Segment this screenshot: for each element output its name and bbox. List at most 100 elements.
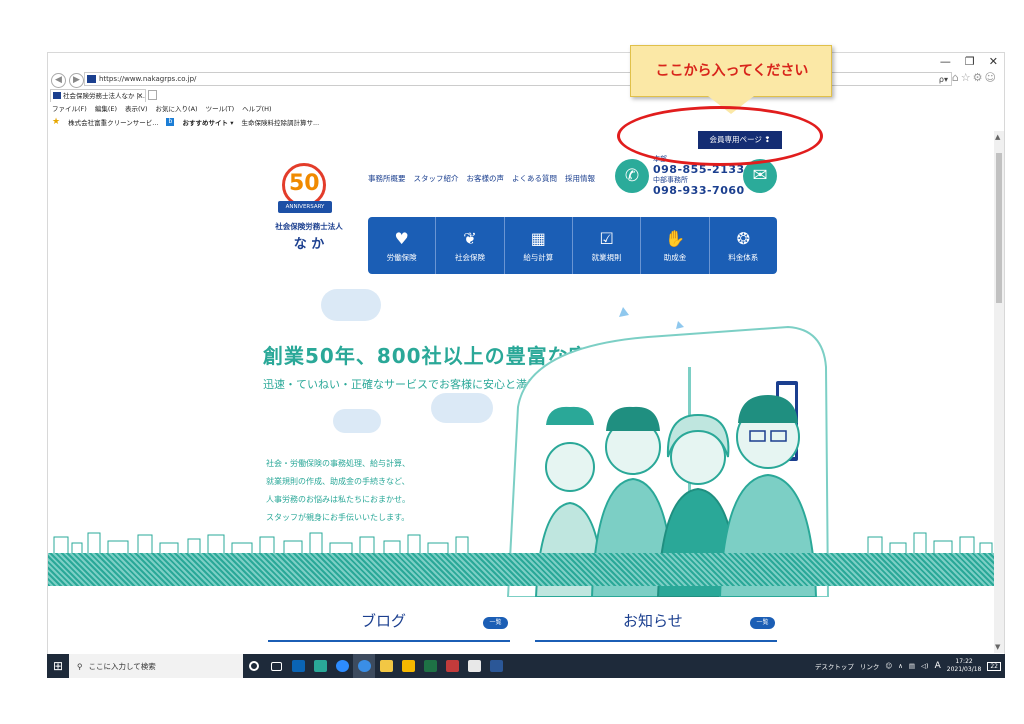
hero-body-line: 就業規則の作成、助成金の手続きなど、 (266, 477, 410, 486)
close-button[interactable]: ✕ (989, 55, 998, 68)
window-controls: — ❐ ✕ (940, 55, 998, 68)
sprout-icon: ❦ (463, 228, 477, 248)
new-tab-button[interactable] (148, 90, 157, 100)
branch-number[interactable]: 098-933-7060 (653, 184, 745, 197)
service-label: 料金体系 (728, 252, 759, 262)
link-label[interactable]: リンク (860, 661, 880, 671)
clock-date: 2021/03/18 (946, 666, 982, 673)
tab-active[interactable]: 社会保険労務士法人なか |... ✕ (50, 89, 146, 102)
app-icon[interactable] (309, 654, 331, 678)
app-icon[interactable] (463, 654, 485, 678)
menu-tools[interactable]: ツール(T) (206, 103, 235, 114)
ground-pattern (48, 553, 996, 586)
notification-icon[interactable]: 22 (987, 661, 1001, 671)
favorite-link-2[interactable]: おすすめサイト ▾ (182, 117, 233, 127)
blog-heading[interactable]: ブログ (361, 610, 406, 631)
task-view-icon[interactable] (265, 654, 287, 678)
file-explorer-icon[interactable] (375, 654, 397, 678)
people-icon[interactable]: ☺ (885, 662, 892, 670)
minimize-button[interactable]: — (940, 55, 951, 68)
scroll-thumb[interactable] (996, 153, 1002, 303)
internet-explorer-icon[interactable] (353, 654, 375, 678)
nav-staff[interactable]: スタッフ紹介 (414, 173, 459, 184)
tab-favicon-icon (53, 92, 61, 99)
hero-body: 社会・労働保険の事務処理、給与計算、 就業規則の作成、助成金の手続きなど、 人事… (266, 455, 476, 527)
menu-edit[interactable]: 編集(E) (95, 103, 117, 114)
clock[interactable]: 17:22 2021/03/18 (947, 658, 982, 674)
site-logo[interactable]: 50 ANNIVERSARY 社会保険労務士法人 な か (270, 163, 348, 271)
search-dropdown-icon[interactable]: ρ▾ (939, 74, 948, 86)
nav-about[interactable]: 事務所概要 (368, 173, 406, 184)
top-nav: 事務所概要 スタッフ紹介 お客様の声 よくある質問 採用情報 (368, 173, 595, 184)
cloud-decoration (431, 393, 493, 423)
tab-strip: 社会保険労務士法人なか |... ✕ (48, 89, 1004, 102)
highlight-ellipse (617, 106, 823, 166)
logo-name: な か (293, 237, 325, 252)
menu-help[interactable]: ヘルプ(H) (242, 103, 271, 114)
cortana-icon[interactable] (243, 654, 265, 678)
ime-indicator[interactable]: A (935, 661, 941, 671)
taskbar-search[interactable]: ⚲ ここに入力して検索 (69, 654, 243, 678)
menu-favorites[interactable]: お気に入り(A) (156, 103, 198, 114)
instruction-callout: ここから入ってください (630, 45, 832, 97)
phone-icon[interactable]: ✆ (615, 159, 649, 193)
zoom-icon[interactable] (331, 654, 353, 678)
favorites-bar: ★ 株式会社富重クリーンサービ... b おすすめサイト ▾ 生命保険料控除調計… (52, 116, 319, 128)
app-icon[interactable] (441, 654, 463, 678)
forward-icon[interactable]: ▶ (69, 72, 84, 88)
blog-list-button[interactable]: 一覧 (483, 617, 508, 629)
news-underline (535, 640, 777, 642)
menu-view[interactable]: 表示(V) (125, 103, 148, 114)
desktop-label[interactable]: デスクトップ (815, 661, 854, 671)
clock-time: 17:22 (955, 658, 973, 665)
windows-taskbar: ⊞ ⚲ ここに入力して検索 デスクトップ リンク ☺ ∧ ▤ ◁) A 17:2… (47, 654, 1005, 678)
calculator-icon: ▦ (530, 228, 546, 248)
toolbar-icons[interactable]: ⌂☆⚙☺ (952, 71, 998, 84)
tab-close-icon[interactable]: ✕ (137, 90, 143, 102)
hero-body-line: 社会・労働保険の事務処理、給与計算、 (266, 459, 410, 468)
menu-file[interactable]: ファイル(F) (52, 103, 87, 114)
bird-icon (619, 307, 629, 317)
excel-icon[interactable] (419, 654, 441, 678)
logo-ribbon: ANNIVERSARY (278, 201, 332, 213)
word-icon[interactable] (485, 654, 507, 678)
bird-icon (676, 321, 684, 329)
service-work-rules[interactable]: ☑ 就業規則 (573, 217, 642, 274)
menu-bar: ファイル(F) 編集(E) 表示(V) お気に入り(A) ツール(T) ヘルプ(… (52, 103, 272, 114)
taskbar-search-placeholder: ここに入力して検索 (88, 661, 156, 671)
callout-text: ここから入ってください (655, 63, 809, 79)
scroll-up-icon[interactable]: ▲ (995, 133, 1000, 141)
network-icon[interactable]: ▤ (909, 662, 915, 670)
favorite-link-1[interactable]: 株式会社富重クリーンサービ... (68, 117, 158, 127)
cloud-decoration (333, 409, 381, 433)
service-labor-insurance[interactable]: ♥ 労働保険 (368, 217, 437, 274)
service-subsidy[interactable]: ✋ 助成金 (641, 217, 710, 274)
sticky-notes-icon[interactable] (397, 654, 419, 678)
service-label: 社会保険 (454, 252, 485, 262)
hand-coin-icon: ✋ (665, 228, 685, 248)
site-favicon-icon (87, 75, 96, 83)
browser-window: — ❐ ✕ ◀ ▶ https://www.nakagrps.co.jp/ ρ▾… (47, 52, 1005, 678)
service-pricing[interactable]: ❂ 料金体系 (710, 217, 777, 274)
service-social-insurance[interactable]: ❦ 社会保険 (436, 217, 505, 274)
vertical-scrollbar[interactable]: ▲ ▼ (994, 131, 1004, 653)
back-icon[interactable]: ◀ (51, 72, 66, 88)
scroll-down-icon[interactable]: ▼ (995, 643, 1000, 651)
service-payroll[interactable]: ▦ 給与計算 (505, 217, 573, 274)
nav-faq[interactable]: よくある質問 (512, 173, 557, 184)
news-list-button[interactable]: 一覧 (750, 617, 775, 629)
volume-icon[interactable]: ◁) (921, 662, 929, 670)
cloud-decoration (321, 289, 381, 321)
favorite-link-3[interactable]: 生命保険料控除調計算サ... (241, 117, 319, 127)
tray-arrow-icon[interactable]: ∧ (898, 662, 903, 670)
logo-corp-name: 社会保険労務士法人 (275, 222, 343, 231)
maximize-button[interactable]: ❐ (965, 55, 975, 68)
favorites-star-icon[interactable]: ★ (52, 117, 60, 127)
windows-start-icon[interactable]: ⊞ (47, 654, 69, 678)
news-heading[interactable]: お知らせ (623, 610, 683, 631)
nav-voices[interactable]: お客様の声 (467, 173, 505, 184)
outlook-icon[interactable] (287, 654, 309, 678)
clipboard-icon: ☑ (599, 228, 614, 248)
nav-recruit[interactable]: 採用情報 (565, 173, 595, 184)
tab-title: 社会保険労務士法人なか |... (63, 92, 145, 100)
